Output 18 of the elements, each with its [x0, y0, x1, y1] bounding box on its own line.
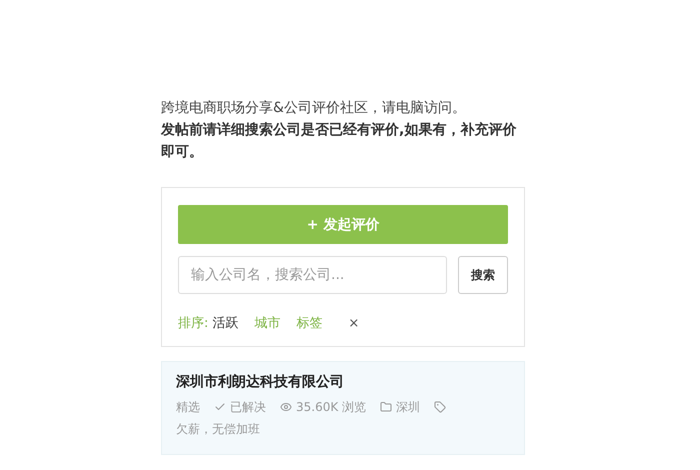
- notice-text: 发帖前请详细搜索公司是否已经有评价,如果有，补充评价即可。: [161, 120, 518, 162]
- views-count: 35.60K 浏览: [296, 399, 366, 416]
- tags-text: 欠薪，无偿加班: [176, 421, 260, 438]
- intro-text: 跨境电商职场分享&公司评价社区，请电脑访问。: [161, 99, 467, 118]
- sort-label: 排序:: [178, 315, 208, 332]
- clear-sort-button[interactable]: ×: [348, 316, 360, 330]
- city-text: 深圳: [396, 399, 420, 416]
- folder-icon: [380, 401, 392, 413]
- company-name: 深圳市利朗达科技有限公司: [176, 372, 345, 392]
- check-icon: [214, 401, 226, 413]
- sort-option[interactable]: 活跃: [212, 314, 238, 332]
- search-button[interactable]: 搜索: [458, 256, 508, 294]
- status-text: 已解决: [230, 399, 266, 416]
- eye-icon: [280, 401, 292, 413]
- tag-icon: [434, 401, 446, 413]
- search-field[interactable]: 输入公司名，搜索公司...: [178, 256, 447, 294]
- company-card[interactable]: 深圳市利朗达科技有限公司 精选 已解决 35.60K 浏览 深圳 欠薪，无偿加班: [161, 361, 525, 455]
- featured-label: 精选: [176, 399, 200, 416]
